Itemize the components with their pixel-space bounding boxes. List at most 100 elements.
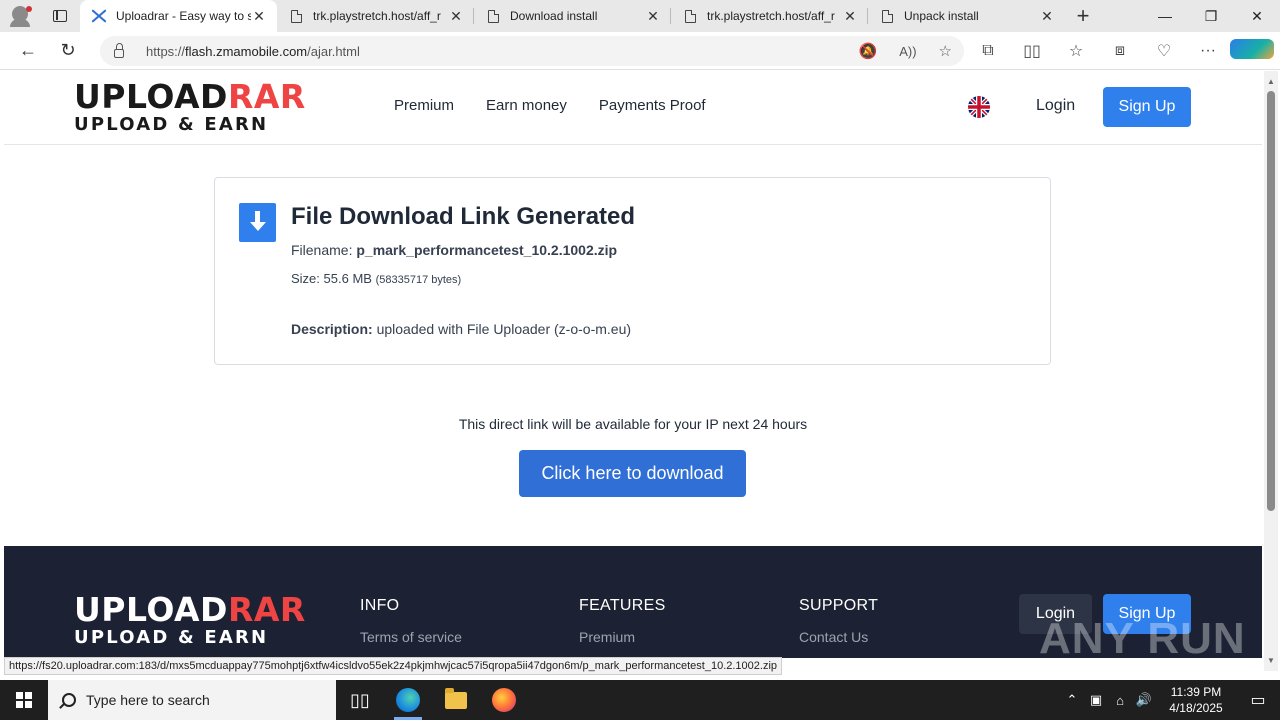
logo-rar-text: RAR [227,590,306,629]
footer-info-column: INFO Terms of service [360,597,462,645]
clock[interactable]: 11:39 PM 4/18/2025 [1156,684,1236,716]
tab-actions-icon[interactable] [40,0,80,32]
collections-icon[interactable]: ⧈ [1098,42,1142,60]
nav-earn-money[interactable]: Earn money [486,97,567,114]
uploadrar-favicon-icon [92,9,106,23]
copilot-icon[interactable] [1230,38,1274,64]
tab-trk-2[interactable]: trk.playstretch.host/aff_r ✕ [671,0,868,32]
footer-support-column: SUPPORT Contact Us [799,597,878,645]
card-title: File Download Link Generated [291,203,636,230]
tab-trk-1[interactable]: trk.playstretch.host/aff_r ✕ [277,0,474,32]
uploadrar-logo[interactable]: UPLOADRAR UPLOAD & EARN [74,80,334,136]
page-icon [683,9,697,23]
logo-upload-text: UPLOAD [74,77,228,116]
clock-date: 4/18/2025 [1169,701,1223,715]
link-status-bar: https://fs20.uploadrar.com:183/d/mxs5mcd… [4,657,783,675]
edge-taskbar-icon[interactable] [384,680,432,720]
size-row: Size: 55.6 MB (58335717 bytes) [291,271,461,286]
refresh-icon[interactable]: ↻ [48,32,88,70]
network-icon[interactable]: ⌂ [1108,693,1132,708]
restore-icon[interactable]: ❐ [1188,0,1234,32]
new-tab-button[interactable]: + [1065,3,1101,29]
close-tab-icon[interactable]: ✕ [448,8,464,25]
windows-taskbar: Type here to search ▯▯ ⌃ ▣ ⌂ 🔊 11:39 PM … [0,680,1280,720]
scroll-down-icon[interactable]: ▼ [1267,656,1275,665]
minimize-icon[interactable]: — [1142,0,1188,32]
close-tab-icon[interactable]: ✕ [645,8,661,25]
footer-info-heading: INFO [360,597,400,614]
size-label: Size: [291,271,320,286]
close-tab-icon[interactable]: ✕ [251,8,267,25]
favorites-icon[interactable]: ☆ [1054,41,1098,61]
main-nav: Premium Earn money Payments Proof [394,97,706,114]
description-label: Description: [291,321,373,337]
signup-button[interactable]: Sign Up [1103,87,1191,127]
url-text[interactable]: https://flash.zmamobile.com/ajar.html [146,44,360,59]
filename-value: p_mark_performancetest_10.2.1002.zip [356,242,618,258]
more-menu-icon[interactable]: ··· [1186,42,1230,60]
description-row: Description: uploaded with File Uploader… [291,321,631,337]
omnibox-icons: 🔕 A)) ☆ [859,36,952,66]
terms-link[interactable]: Terms of service [360,629,462,645]
browser-toolbar: ← ↻ https://flash.zmamobile.com/ajar.htm… [0,32,1280,70]
chevron-up-icon[interactable]: ⌃ [1060,692,1084,708]
firefox-icon[interactable] [480,680,528,720]
url-path: /ajar.html [307,43,360,59]
page-icon [880,9,894,23]
notifications-icon[interactable]: ▭ [1236,690,1280,710]
footer-logo[interactable]: UPLOADRAR UPLOAD & EARN [74,593,334,649]
page-scrollbar[interactable]: ▲ ▼ [1264,71,1278,671]
contact-link[interactable]: Contact Us [799,629,878,645]
favorite-star-icon[interactable]: ☆ [939,42,952,60]
uk-flag-icon[interactable] [968,96,990,118]
availability-note: This direct link will be available for y… [458,416,808,432]
footer-premium-link[interactable]: Premium [579,629,666,645]
tab-title: Uploadrar - Easy way to s [116,9,251,23]
close-tab-icon[interactable]: ✕ [842,8,858,25]
split-screen-icon[interactable]: ▯▯ [1010,41,1054,61]
logo-tagline: UPLOAD & EARN [74,627,269,648]
taskbar-search[interactable]: Type here to search [48,680,336,720]
tab-download-install[interactable]: Download install ✕ [474,0,671,32]
page-icon [486,9,500,23]
scroll-up-icon[interactable]: ▲ [1267,77,1275,86]
back-icon[interactable]: ← [8,32,48,70]
browser-tabstrip: Uploadrar - Easy way to s ✕ trk.playstre… [0,0,1280,32]
tab-unpack-install[interactable]: Unpack install ✕ [868,0,1065,32]
size-bytes: (58335717 bytes) [375,274,462,286]
scrollbar-thumb[interactable] [1267,91,1275,511]
profile-icon[interactable] [0,0,40,32]
logo-upload-text: UPLOAD [74,590,228,629]
windows-start-icon[interactable] [0,680,48,720]
browser-tools: ⧉ ▯▯ ☆ ⧈ ♡ ··· [966,32,1274,70]
tab-title: Download install [510,9,598,23]
tab-title: Unpack install [904,9,979,23]
logo-rar-text: RAR [227,77,306,116]
anyrun-watermark: ANY RUN [1039,614,1246,658]
device-icon[interactable]: ▣ [1084,692,1108,708]
description-value: uploaded with File Uploader (z-o-o-m.eu) [376,321,632,337]
download-button[interactable]: Click here to download [519,450,746,497]
site-footer: UPLOADRAR UPLOAD & EARN INFO Terms of se… [4,546,1262,658]
download-file-icon [239,203,276,242]
volume-icon[interactable]: 🔊 [1132,692,1156,708]
browser-essentials-icon[interactable]: ♡ [1142,41,1186,61]
lock-icon[interactable] [114,42,124,58]
site-header: UPLOADRAR UPLOAD & EARN Premium Earn mon… [4,71,1262,145]
url-scheme: https:// [146,43,186,59]
nav-premium[interactable]: Premium [394,97,454,114]
file-explorer-icon[interactable] [432,680,480,720]
close-tab-icon[interactable]: ✕ [1039,8,1055,25]
tab-title: trk.playstretch.host/aff_r [707,9,835,23]
footer-support-heading: SUPPORT [799,597,879,614]
extensions-icon[interactable]: ⧉ [966,42,1010,60]
read-aloud-icon[interactable]: A)) [899,44,916,59]
clock-time: 11:39 PM [1170,685,1222,699]
task-view-icon[interactable]: ▯▯ [336,680,384,720]
nav-payments-proof[interactable]: Payments Proof [599,97,706,114]
close-window-icon[interactable]: ✕ [1234,0,1280,32]
tab-uploadrar[interactable]: Uploadrar - Easy way to s ✕ [80,0,277,32]
address-bar[interactable]: https://flash.zmamobile.com/ajar.html 🔕 … [100,36,964,66]
notifications-blocked-icon[interactable]: 🔕 [859,42,878,60]
login-link[interactable]: Login [1036,97,1075,115]
